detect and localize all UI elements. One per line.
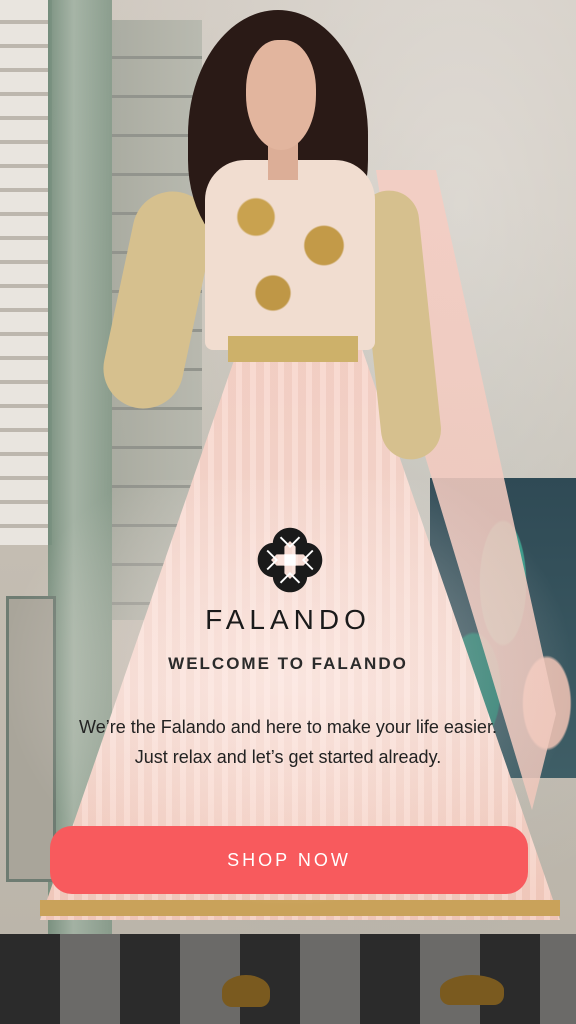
- model-left-shoe: [222, 975, 270, 1007]
- model-face: [246, 40, 316, 150]
- model-bodice: [205, 160, 375, 350]
- model-waistband: [228, 336, 358, 362]
- window-shutter: [0, 0, 52, 545]
- description-line-1: We’re the Falando and here to make your …: [79, 717, 497, 737]
- description-line-2: Just relax and let’s get started already…: [134, 747, 442, 767]
- welcome-title: WELCOME TO FALANDO: [168, 654, 408, 673]
- welcome-description: We’re the Falando and here to make your …: [40, 712, 536, 772]
- brand-name: FALANDO: [205, 604, 371, 635]
- falando-logo-icon: [257, 527, 323, 593]
- model-right-shoe: [440, 975, 504, 1005]
- shop-now-button[interactable]: SHOP NOW: [50, 826, 528, 894]
